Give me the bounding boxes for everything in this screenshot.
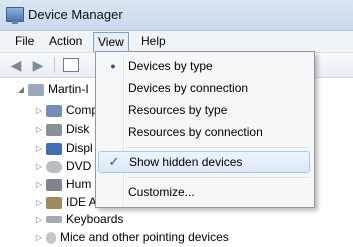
tree-item[interactable]: ▷ IDE A: [34, 193, 97, 211]
tree-item[interactable]: ▷ Mice and other pointing devices: [34, 228, 229, 246]
device-manager-icon: [6, 7, 24, 24]
menu-help[interactable]: Help: [137, 33, 170, 50]
menu-item-label: Resources by type: [128, 103, 228, 117]
tree-item-label: Comp: [66, 103, 99, 117]
tree-item[interactable]: ▷ Comp: [34, 101, 98, 119]
menu-item-resources-by-connection[interactable]: Resources by connection: [98, 121, 310, 143]
tree-item-label: Keyboards: [66, 212, 124, 226]
expand-icon[interactable]: ▷: [34, 102, 44, 120]
menu-action[interactable]: Action: [45, 33, 86, 50]
radio-bullet-icon: ●: [110, 61, 116, 71]
tree-item-label: DVD: [66, 159, 92, 173]
expand-icon[interactable]: ▷: [34, 176, 44, 194]
menu-separator: [126, 177, 309, 179]
tree-root[interactable]: ◢ Martin-I: [16, 80, 89, 98]
properties-icon[interactable]: [63, 58, 79, 72]
tree-item-label: IDE A: [66, 195, 97, 209]
menu-item-label: Resources by connection: [128, 125, 263, 139]
menu-item-label: Devices by type: [128, 59, 213, 73]
expand-icon[interactable]: ▷: [34, 158, 44, 176]
computer-icon: [28, 83, 44, 96]
expand-icon[interactable]: ▷: [34, 229, 44, 247]
human-interface-icon: [46, 178, 62, 191]
tree-item[interactable]: ▷ Disk: [34, 120, 89, 138]
window-title: Device Manager: [28, 7, 123, 22]
menu-separator: [126, 147, 309, 149]
keyboard-icon: [46, 216, 62, 224]
menu-item-label: Devices by connection: [128, 81, 249, 95]
forward-arrow-icon[interactable]: ▶: [30, 57, 46, 73]
menu-item-resources-by-type[interactable]: Resources by type: [98, 99, 310, 121]
menu-item-customize[interactable]: Customize...: [98, 181, 310, 203]
tree-item[interactable]: ▷ Hum: [34, 175, 91, 193]
expand-icon[interactable]: ▷: [34, 121, 44, 139]
tree-item-label: Hum: [66, 177, 92, 191]
menu-item-label: Customize...: [128, 185, 195, 199]
expand-icon[interactable]: ▷: [34, 140, 44, 158]
tree-item-label: Displ: [66, 141, 93, 155]
disk-drive-icon: [46, 123, 62, 136]
menu-bar: File Action View Help: [0, 31, 353, 53]
dvd-drive-icon: [46, 160, 62, 173]
expand-icon[interactable]: ▷: [34, 211, 44, 229]
title-bar: Device Manager: [0, 0, 353, 31]
tree-item-label: Mice and other pointing devices: [60, 230, 229, 244]
toolbar-separator: [54, 57, 55, 73]
tree-item[interactable]: ▷ DVD: [34, 157, 91, 175]
computer-icon: [46, 104, 62, 117]
ide-controller-icon: [46, 196, 62, 209]
checkmark-icon: ✓: [108, 154, 120, 169]
menu-item-devices-by-type[interactable]: ● Devices by type: [98, 55, 310, 77]
mouse-icon: [46, 231, 56, 244]
tree-item[interactable]: ▷ Displ: [34, 139, 93, 157]
menu-item-devices-by-connection[interactable]: Devices by connection: [98, 77, 310, 99]
tree-item[interactable]: ▷ Keyboards: [34, 210, 123, 228]
view-menu-dropdown: ● Devices by type Devices by connection …: [95, 51, 315, 208]
tree-root-label: Martin-I: [48, 82, 89, 96]
tree-item-label: Disk: [66, 122, 90, 136]
menu-file[interactable]: File: [11, 33, 38, 50]
collapse-icon[interactable]: ◢: [16, 81, 26, 99]
back-arrow-icon[interactable]: ◀: [8, 57, 24, 73]
display-adapter-icon: [46, 142, 62, 155]
menu-item-show-hidden-devices[interactable]: ✓ Show hidden devices: [98, 151, 310, 173]
menu-view[interactable]: View: [93, 32, 129, 52]
menu-item-label: Show hidden devices: [129, 155, 243, 169]
